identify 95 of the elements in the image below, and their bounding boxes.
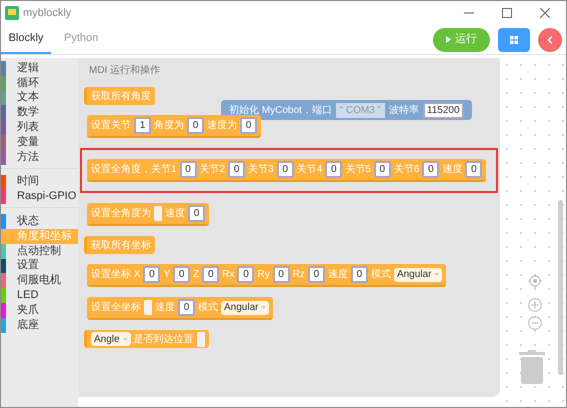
- number-field[interactable]: 0: [143, 266, 160, 283]
- number-field[interactable]: 0: [237, 266, 254, 283]
- category-item[interactable]: 循环: [6, 76, 78, 91]
- block-label: 获取所有角度: [91, 90, 151, 104]
- caret-icon: [434, 273, 440, 276]
- category-item[interactable]: LED: [6, 288, 78, 303]
- category-item[interactable]: 时间: [6, 174, 78, 190]
- category-item[interactable]: 点动控制: [6, 244, 78, 259]
- number-field[interactable]: 0: [325, 161, 342, 178]
- value-block[interactable]: Angle 是否到达位置: [84, 330, 209, 348]
- dropdown-field[interactable]: Angular: [221, 300, 270, 314]
- category-item[interactable]: 夹爪: [6, 302, 78, 318]
- category-item[interactable]: Raspi-GPIO: [6, 189, 78, 204]
- number-field[interactable]: 0: [240, 117, 257, 134]
- category-item[interactable]: 底座: [6, 318, 78, 333]
- window-title: myblockly: [23, 6, 72, 21]
- block-label: 速度: [155, 300, 175, 315]
- block-label: Rx: [222, 268, 234, 282]
- block-label: 关节6: [394, 162, 420, 177]
- zoom-in-icon[interactable]: [528, 298, 542, 312]
- caret-icon: [261, 306, 266, 309]
- zoom-out-icon[interactable]: [528, 316, 542, 330]
- category-item[interactable]: 数学: [6, 105, 78, 120]
- category-item[interactable]: 方法: [6, 150, 78, 165]
- number-field[interactable]: 0: [308, 266, 325, 283]
- category-item[interactable]: 逻辑: [6, 61, 78, 76]
- block-label: Rz: [292, 268, 305, 282]
- number-field[interactable]: 0: [188, 205, 205, 222]
- caret-icon: [122, 338, 128, 340]
- number-field[interactable]: 0: [276, 161, 294, 178]
- block-label: 设置坐标 X: [91, 268, 140, 282]
- app-logo-icon: [5, 6, 19, 20]
- block-label: Z: [193, 268, 200, 282]
- statement-block[interactable]: 设置坐标 X 0 Y 0 Z 0 Rx 0 Ry 0 Rz 0 速度 0 模式 Angular: [87, 264, 446, 287]
- block-label: 设置全角度为: [91, 206, 151, 221]
- number-field[interactable]: 0: [173, 266, 190, 283]
- number-field[interactable]: 0: [465, 161, 482, 178]
- block-label: 获取所有坐标: [91, 238, 151, 252]
- number-field[interactable]: 0: [374, 161, 391, 178]
- block-label: 波特率: [388, 104, 419, 118]
- chevron-left-icon: [547, 36, 553, 44]
- scrollbar[interactable]: [558, 200, 563, 375]
- category-item[interactable]: 列表: [6, 120, 78, 135]
- close-icon[interactable]: [540, 8, 550, 18]
- category-item[interactable]: 文本: [6, 90, 78, 106]
- back-button[interactable]: [538, 28, 562, 52]
- flyout-title: MDI 运行和操作: [89, 64, 162, 78]
- category-item[interactable]: 变量: [6, 134, 78, 150]
- grid-icon: [510, 36, 518, 44]
- center-icon[interactable]: [528, 274, 542, 288]
- block-label: 速度: [165, 206, 185, 221]
- statement-block[interactable]: 设置全角度为 速度 0: [87, 203, 209, 226]
- empty-socket[interactable]: [154, 206, 162, 221]
- maximize-icon[interactable]: [502, 8, 512, 18]
- dropdown-field[interactable]: Angular: [394, 268, 442, 282]
- number-field[interactable]: 0: [272, 266, 290, 283]
- block-label: 速度: [442, 162, 462, 177]
- number-field[interactable]: 0: [228, 161, 246, 178]
- number-field[interactable]: 1: [134, 117, 151, 134]
- block-label: 模式: [370, 268, 391, 282]
- empty-socket[interactable]: [196, 332, 205, 346]
- block-label: Y: [163, 268, 170, 282]
- block-label: 关节3: [248, 162, 274, 177]
- dropdown-field[interactable]: Angle: [91, 332, 131, 346]
- block-label: 速度: [328, 268, 348, 282]
- block-label: 模式: [198, 300, 218, 315]
- block-label: 设置全角度，关节1: [91, 162, 177, 177]
- statement-block[interactable]: 设置全角度，关节1 0 关节2 0 关节3 0 关节4 0 关节5 0 关节6 0 速度 0: [87, 159, 486, 182]
- statement-block[interactable]: 设置关节 1 角度为 0 速度为 0: [87, 115, 261, 138]
- block-label: 是否到达位置: [134, 332, 194, 346]
- tab[interactable]: Blockly: [1, 25, 51, 54]
- block-label: 关节5: [345, 162, 371, 177]
- play-icon: [446, 36, 451, 43]
- number-field[interactable]: 0: [187, 117, 204, 134]
- block-label: 设置全坐标: [91, 300, 141, 315]
- block-label: Ry: [257, 268, 270, 282]
- grid-button[interactable]: [498, 28, 530, 52]
- empty-socket[interactable]: [144, 300, 152, 315]
- block-label: 关节4: [296, 162, 322, 177]
- statement-block[interactable]: 设置全坐标 速度 0 模式 Angular: [87, 297, 274, 320]
- trash-icon[interactable]: [519, 350, 545, 384]
- block-label: 关节2: [200, 162, 226, 177]
- category-item[interactable]: 伺服电机: [6, 273, 78, 288]
- number-field[interactable]: 0: [178, 299, 195, 316]
- number-field[interactable]: 0: [180, 161, 197, 178]
- number-field[interactable]: 0: [422, 161, 440, 178]
- block-label: 初始化 MyCobot，端口: [229, 104, 332, 118]
- number-field[interactable]: 0: [202, 266, 220, 283]
- number-field[interactable]: 115200: [422, 102, 464, 118]
- category-item[interactable]: 状态: [6, 214, 78, 229]
- block-label: 速度为: [207, 118, 237, 133]
- block-label: 角度为: [154, 118, 184, 133]
- block-label: 设置关节: [91, 118, 131, 133]
- category-item[interactable]: 设置: [6, 258, 78, 274]
- number-field[interactable]: 0: [350, 266, 368, 283]
